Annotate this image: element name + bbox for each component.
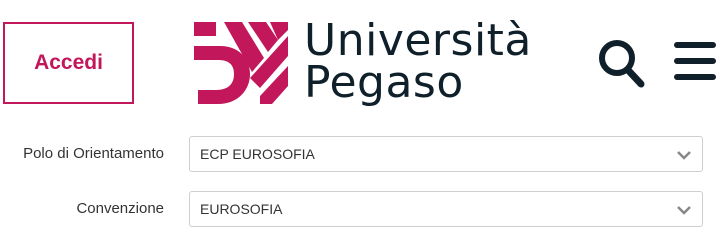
- logo-line-1: Università: [304, 15, 532, 66]
- convenzione-selected-value: EUROSOFIA: [200, 201, 283, 217]
- polo-selected-value: ECP EUROSOFIA: [200, 146, 315, 162]
- pegaso-logo-icon: [194, 22, 288, 104]
- polo-select[interactable]: ECP EUROSOFIA: [189, 136, 703, 172]
- hamburger-menu-icon[interactable]: [673, 40, 717, 82]
- login-button[interactable]: Accedi: [3, 22, 134, 104]
- form-row-convenzione: Convenzione EUROSOFIA: [0, 191, 717, 227]
- chevron-down-icon: [677, 151, 691, 160]
- search-icon[interactable]: [596, 36, 646, 90]
- form-row-polo: Polo di Orientamento ECP EUROSOFIA: [0, 136, 717, 172]
- polo-label: Polo di Orientamento: [23, 145, 164, 162]
- chevron-down-icon: [677, 206, 691, 215]
- logo-wordmark: Università Pegaso: [304, 15, 532, 108]
- convenzione-label: Convenzione: [76, 200, 164, 217]
- convenzione-select[interactable]: EUROSOFIA: [189, 191, 703, 227]
- site-logo[interactable]: Università Pegaso: [190, 12, 532, 112]
- site-header: Accedi Università Pegaso: [0, 0, 717, 120]
- logo-line-2: Pegaso: [304, 57, 464, 108]
